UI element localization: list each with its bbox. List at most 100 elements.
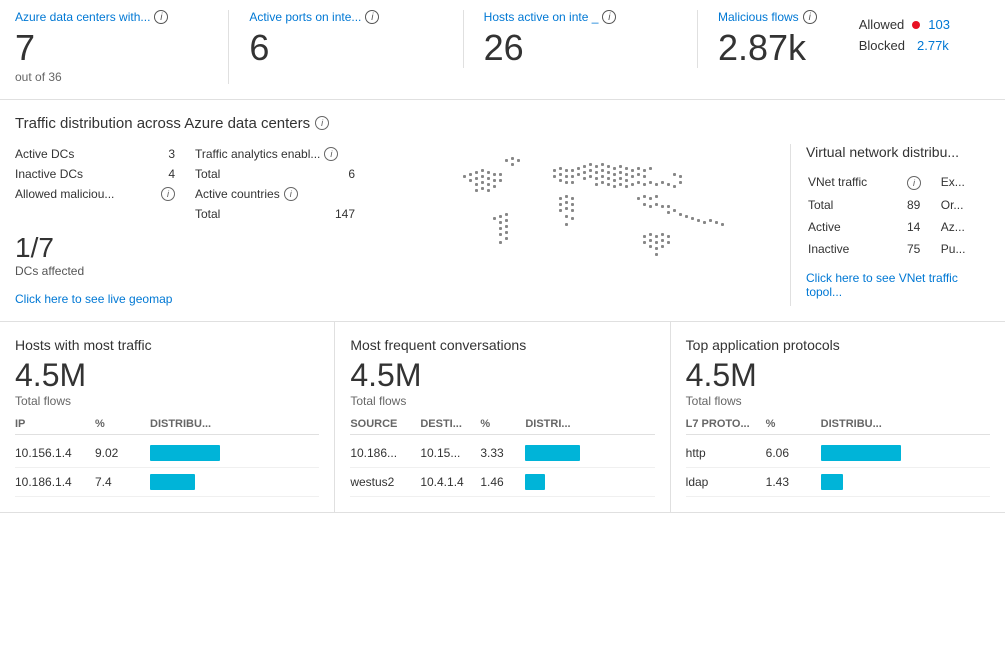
blocked-row: Blocked 2.77k (859, 36, 950, 57)
vnet-total-row: Total 89 Or... (808, 195, 988, 215)
hosts-active-metric: Hosts active on inte _ i 26 (484, 10, 698, 68)
vnet-topology-link[interactable]: Click here to see VNet traffic topol... (806, 271, 990, 299)
traffic-section: Traffic distribution across Azure data c… (0, 100, 1005, 322)
vnet-info-icon[interactable]: i (907, 176, 921, 190)
protocols-table-header: L7 PROTO... % DISTRIBU... (686, 418, 990, 435)
proto-name-1: http (686, 446, 766, 460)
proto-col-pct: % (766, 418, 821, 430)
allowed-row: Allowed 103 (859, 15, 950, 36)
active-dcs-row: Active DCs 3 (15, 144, 195, 164)
blocked-label: Blocked (859, 36, 905, 57)
active-ports-info-icon[interactable]: i (365, 10, 379, 24)
countries-info[interactable]: i (284, 187, 298, 201)
hosts-panel-sub: Total flows (15, 394, 319, 408)
hosts-col-dist: DISTRIBU... (150, 418, 319, 430)
active-ports-value: 6 (249, 28, 442, 68)
conv-row-1: 10.186... 10.15... 3.33 (350, 439, 654, 468)
hosts-bar-2 (150, 474, 319, 490)
allowed-dot (912, 21, 920, 29)
top-metrics-bar: Azure data centers with... i 7 out of 36… (0, 0, 1005, 100)
conversations-panel-value: 4.5M (350, 357, 654, 394)
protocols-panel-sub: Total flows (686, 394, 990, 408)
vnet-title: Virtual network distribu... (806, 144, 990, 160)
active-ports-label[interactable]: Active ports on inte... i (249, 10, 442, 24)
geomap-link[interactable]: Click here to see live geomap (15, 292, 375, 306)
conv-dst-2: 10.4.1.4 (420, 475, 480, 489)
malicious-flows-metric: Malicious flows i 2.87k Allowed 103 Bloc… (718, 10, 970, 68)
hosts-row-2: 10.186.1.4 7.4 (15, 468, 319, 497)
proto-col-dist: DISTRIBU... (821, 418, 990, 430)
hosts-panel-title: Hosts with most traffic (15, 337, 319, 353)
hosts-active-info-icon[interactable]: i (602, 10, 616, 24)
dc-fraction: 1/7 (15, 232, 375, 264)
protocols-panel: Top application protocols 4.5M Total flo… (671, 322, 1005, 512)
proto-bar-1 (821, 445, 990, 461)
conversations-panel-title: Most frequent conversations (350, 337, 654, 353)
hosts-pct-1: 9.02 (95, 446, 150, 460)
vnet-traffic-col: VNet traffic (808, 172, 905, 193)
traffic-section-title: Traffic distribution across Azure data c… (15, 115, 990, 132)
allowed-mal-row: Allowed maliciou... i (15, 184, 195, 204)
dc-stats: Active DCs 3 Inactive DCs 4 Allowed mali… (15, 144, 195, 224)
vnet-header-row: VNet traffic i Ex... (808, 172, 988, 193)
hosts-row-1: 10.156.1.4 9.02 (15, 439, 319, 468)
world-map (375, 144, 790, 306)
conversations-table-header: SOURCE DESTI... % DISTRI... (350, 418, 654, 435)
dcs-affected-label: DCs affected (15, 264, 375, 278)
hosts-bar-1 (150, 445, 319, 461)
hosts-ip-2: 10.186.1.4 (15, 475, 95, 489)
conv-pct-2: 1.46 (480, 475, 525, 489)
vnet-active-row: Active 14 Az... (808, 217, 988, 237)
conversations-panel: Most frequent conversations 4.5M Total f… (335, 322, 670, 512)
analytics-stats: Traffic analytics enabl... i Total 6 Act… (195, 144, 375, 224)
conv-src-2: westus2 (350, 475, 420, 489)
proto-pct-2: 1.43 (766, 475, 821, 489)
azure-dc-metric: Azure data centers with... i 7 out of 36 (15, 10, 229, 84)
conv-col-dist: DISTRI... (525, 418, 654, 430)
vnet-col2: Ex... (941, 172, 988, 193)
protocols-panel-value: 4.5M (686, 357, 990, 394)
hosts-col-pct: % (95, 418, 150, 430)
azure-dc-info-icon[interactable]: i (154, 10, 168, 24)
conv-bar-2 (525, 474, 654, 490)
azure-dc-label[interactable]: Azure data centers with... i (15, 10, 208, 24)
allowed-count: 103 (928, 15, 950, 36)
active-ports-metric: Active ports on inte... i 6 (249, 10, 463, 68)
allowed-label: Allowed (859, 15, 905, 36)
proto-col-name: L7 PROTO... (686, 418, 766, 430)
azure-dc-value: 7 (15, 28, 208, 68)
azure-dc-sub: out of 36 (15, 70, 208, 84)
conv-dst-1: 10.15... (420, 446, 480, 460)
malicious-flows-label[interactable]: Malicious flows i (718, 10, 839, 24)
analytics-info[interactable]: i (324, 147, 338, 161)
inactive-dcs-row: Inactive DCs 4 (15, 164, 195, 184)
world-map-svg (433, 145, 733, 305)
hosts-active-value: 26 (484, 28, 677, 68)
bottom-panels: Hosts with most traffic 4.5M Total flows… (0, 322, 1005, 513)
proto-name-2: ldap (686, 475, 766, 489)
allowed-mal-info[interactable]: i (161, 187, 175, 201)
hosts-panel: Hosts with most traffic 4.5M Total flows… (0, 322, 335, 512)
vnet-table: VNet traffic i Ex... Total 89 Or... Acti… (806, 170, 990, 261)
hosts-active-label[interactable]: Hosts active on inte _ i (484, 10, 677, 24)
proto-row-1: http 6.06 (686, 439, 990, 468)
hosts-pct-2: 7.4 (95, 475, 150, 489)
conv-col-source: SOURCE (350, 418, 420, 430)
vnet-inactive-row: Inactive 75 Pu... (808, 239, 988, 259)
proto-row-2: ldap 1.43 (686, 468, 990, 497)
countries-total-row: Total 147 (195, 204, 375, 224)
hosts-table-header: IP % DISTRIBU... (15, 418, 319, 435)
hosts-col-ip: IP (15, 418, 95, 430)
malicious-breakdown: Allowed 103 Blocked 2.77k (859, 15, 950, 57)
conv-pct-1: 3.33 (480, 446, 525, 460)
conversations-panel-sub: Total flows (350, 394, 654, 408)
analytics-total-row: Total 6 (195, 164, 375, 184)
conv-row-2: westus2 10.4.1.4 1.46 (350, 468, 654, 497)
conv-col-dest: DESTI... (420, 418, 480, 430)
vnet-info-col: i (907, 172, 939, 193)
traffic-info-icon[interactable]: i (315, 116, 329, 130)
hosts-ip-1: 10.156.1.4 (15, 446, 95, 460)
malicious-info-icon[interactable]: i (803, 10, 817, 24)
malicious-flows-value: 2.87k (718, 28, 839, 68)
traffic-left-panel: Active DCs 3 Inactive DCs 4 Allowed mali… (15, 144, 375, 306)
